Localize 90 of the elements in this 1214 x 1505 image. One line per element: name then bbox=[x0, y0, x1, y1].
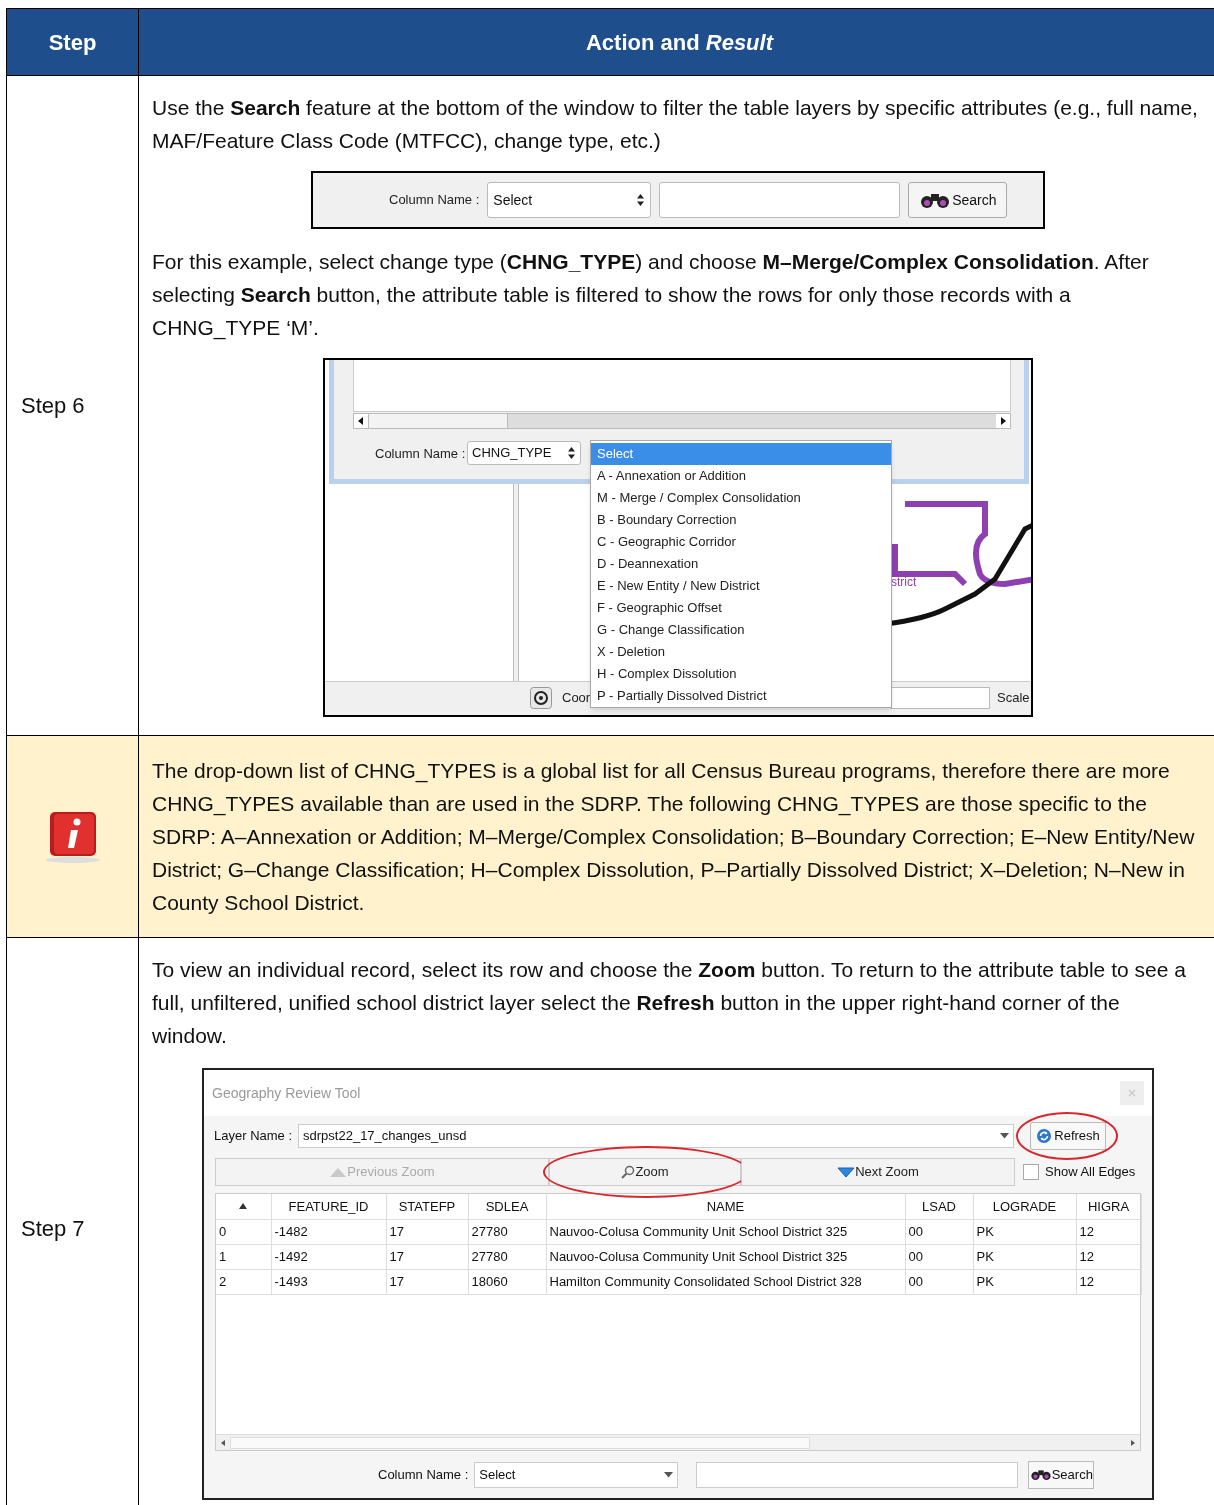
instruction-text: Use the Search feature at the bottom of the window to filter the table layers by specific attributes (e.g., full name, MAF/Feature Class Code (MTFCC), change type, etc.) bbox=[152, 95, 1199, 154]
table-cell: 12 bbox=[1079, 1248, 1094, 1264]
search-button[interactable]: Search bbox=[908, 182, 1008, 218]
table-cell: 17 bbox=[389, 1273, 404, 1289]
refresh-button[interactable]: Refresh bbox=[1030, 1122, 1107, 1150]
search-input-field[interactable] bbox=[696, 1461, 1019, 1488]
info-icon bbox=[43, 809, 102, 864]
search-button[interactable]: Search bbox=[1028, 1460, 1095, 1489]
dropdown-option[interactable]: P - Partially Dissolved District bbox=[591, 685, 891, 707]
step-label: Step 6 bbox=[21, 392, 85, 420]
layer-dropdown[interactable]: sdrpst22_17_changes_unsd bbox=[298, 1124, 1015, 1148]
table-cell: 27780 bbox=[471, 1248, 508, 1264]
scroll-left-icon bbox=[354, 414, 368, 428]
table-cell: Hamilton Community Consolidated School District 328 bbox=[549, 1273, 862, 1289]
binoculars-icon bbox=[919, 191, 952, 209]
down-arrow-icon bbox=[837, 1166, 856, 1178]
table-cell: 00 bbox=[908, 1223, 923, 1239]
column-header[interactable]: NAME bbox=[706, 1198, 745, 1214]
column-header[interactable]: HIGRA bbox=[1087, 1198, 1130, 1214]
field-label: Column Name : bbox=[389, 191, 480, 210]
select-dropdown[interactable]: Select bbox=[487, 182, 652, 218]
table-cell: -1492 bbox=[274, 1248, 308, 1264]
table-cell: 17 bbox=[389, 1223, 404, 1239]
map-label: strict bbox=[891, 574, 917, 591]
table-cell: 00 bbox=[908, 1273, 923, 1289]
column-header[interactable]: STATEFP bbox=[398, 1198, 456, 1214]
sort-arrow-icon bbox=[239, 1203, 248, 1210]
table-cell: -1493 bbox=[274, 1273, 308, 1289]
dropdown-option[interactable]: B - Boundary Correction bbox=[591, 509, 891, 531]
close-icon bbox=[1120, 1081, 1144, 1105]
table-cell: 12 bbox=[1079, 1273, 1094, 1289]
dropdown-option[interactable]: H - Complex Dissolution bbox=[591, 663, 891, 685]
gear-icon bbox=[530, 687, 552, 709]
horizontal-scrollbar[interactable] bbox=[353, 413, 1011, 429]
table-cell: PK bbox=[976, 1273, 994, 1289]
instruction-text: For this example, select change type (CHNG_TYPE) and choose M–Merge/Complex Consolidation. After selecting Search button, the attribute table is filtered to show the rows for only those records with a CHNG_TYPE ‘M’. bbox=[152, 249, 1150, 342]
row-number: 2 bbox=[219, 1273, 227, 1289]
window-title: Geography Review Tool bbox=[212, 1083, 361, 1103]
dropdown-option[interactable]: M - Merge / Complex Consolidation bbox=[591, 487, 891, 509]
toolbar-button[interactable]: Next Zoom bbox=[741, 1158, 1015, 1186]
table-cell: 18060 bbox=[471, 1273, 508, 1289]
field-label: Column Name : bbox=[378, 1465, 469, 1484]
field-label: Scale bbox=[997, 688, 1030, 707]
dropdown-arrow-icon bbox=[1000, 1133, 1010, 1139]
table-cell: 12 bbox=[1079, 1223, 1094, 1239]
search-icon bbox=[621, 1165, 636, 1179]
dropdown-option[interactable]: E - New Entity / New District bbox=[591, 575, 891, 597]
column-header[interactable]: FEATURE_ID bbox=[288, 1198, 369, 1214]
horizontal-scrollbar[interactable] bbox=[216, 1434, 1140, 1450]
table-cell: 17 bbox=[389, 1248, 404, 1264]
table-cell: PK bbox=[976, 1248, 994, 1264]
table-cell: 00 bbox=[908, 1248, 923, 1264]
step-label: Step 7 bbox=[21, 1214, 85, 1243]
column-header: Action and Result bbox=[586, 28, 773, 57]
column-header: Step bbox=[48, 28, 97, 57]
dropdown-option[interactable]: C - Geographic Corridor bbox=[591, 531, 891, 553]
scroll-right-icon bbox=[996, 414, 1010, 428]
updown-arrow-icon bbox=[636, 193, 646, 207]
dropdown-arrow-icon bbox=[664, 1471, 674, 1478]
dropdown-option[interactable]: G - Change Classification bbox=[591, 619, 891, 641]
row-number: 0 bbox=[219, 1223, 227, 1239]
refresh-icon bbox=[1036, 1128, 1053, 1144]
dropdown-option[interactable]: F - Geographic Offset bbox=[591, 597, 891, 619]
select-dropdown[interactable]: CHNG_TYPE bbox=[467, 441, 581, 465]
column-header[interactable]: SDLEA bbox=[485, 1198, 529, 1214]
select-dropdown[interactable]: Select bbox=[474, 1461, 679, 1488]
search-input-field[interactable] bbox=[659, 182, 901, 218]
coordinate-field[interactable] bbox=[890, 687, 990, 709]
table-cell: PK bbox=[976, 1223, 994, 1239]
checkbox[interactable] bbox=[1023, 1164, 1039, 1180]
dropdown-option[interactable]: A - Annexation or Addition bbox=[591, 465, 891, 487]
checkbox-label: Show All Edges bbox=[1045, 1163, 1136, 1182]
updown-arrow-icon bbox=[567, 446, 576, 460]
instruction-text: To view an individual record, select its row and choose the Zoom button. To return to the attribute table to see a full, unfiltered, unified school district layer select the Refresh button in the upper right-hand corner of the window. bbox=[152, 957, 1187, 1049]
field-label: Layer Name : bbox=[214, 1127, 293, 1146]
row-number: 1 bbox=[219, 1248, 227, 1264]
field-label: Column Name : bbox=[375, 445, 466, 463]
table-cell: -1482 bbox=[274, 1223, 308, 1239]
table-cell: Nauvoo-Colusa Community Unit School District 325 bbox=[549, 1248, 848, 1264]
up-arrow-icon bbox=[329, 1167, 348, 1177]
dropdown-option[interactable]: X - Deletion bbox=[591, 641, 891, 663]
instruction-text: The drop-down list of CHNG_TYPES is a global list for all Census Bureau programs, therefore there are more CHNG_TYPES available than are used in the SDRP. The following CHNG_TYPES are those specific to the SDRP: A–Annexation or Addition; M–Merge/Complex Consolidation; B–Boundary Correction; E–New Entity/New District; G–Change Classification; H–Complex Dissolution, P–Partially Dissolved District; X–Deletion; N–New in County School District. bbox=[152, 758, 1196, 916]
column-header[interactable]: LOGRADE bbox=[992, 1198, 1057, 1214]
field-label: Coor bbox=[562, 688, 591, 707]
toolbar-button[interactable]: Zoom bbox=[549, 1158, 741, 1186]
binoculars-icon bbox=[1029, 1468, 1052, 1481]
table-cell: Nauvoo-Colusa Community Unit School District 325 bbox=[549, 1223, 848, 1239]
column-header[interactable]: LSAD bbox=[922, 1198, 956, 1214]
dropdown-option[interactable]: D - Deannexation bbox=[591, 553, 891, 575]
table-cell: 27780 bbox=[471, 1223, 508, 1239]
